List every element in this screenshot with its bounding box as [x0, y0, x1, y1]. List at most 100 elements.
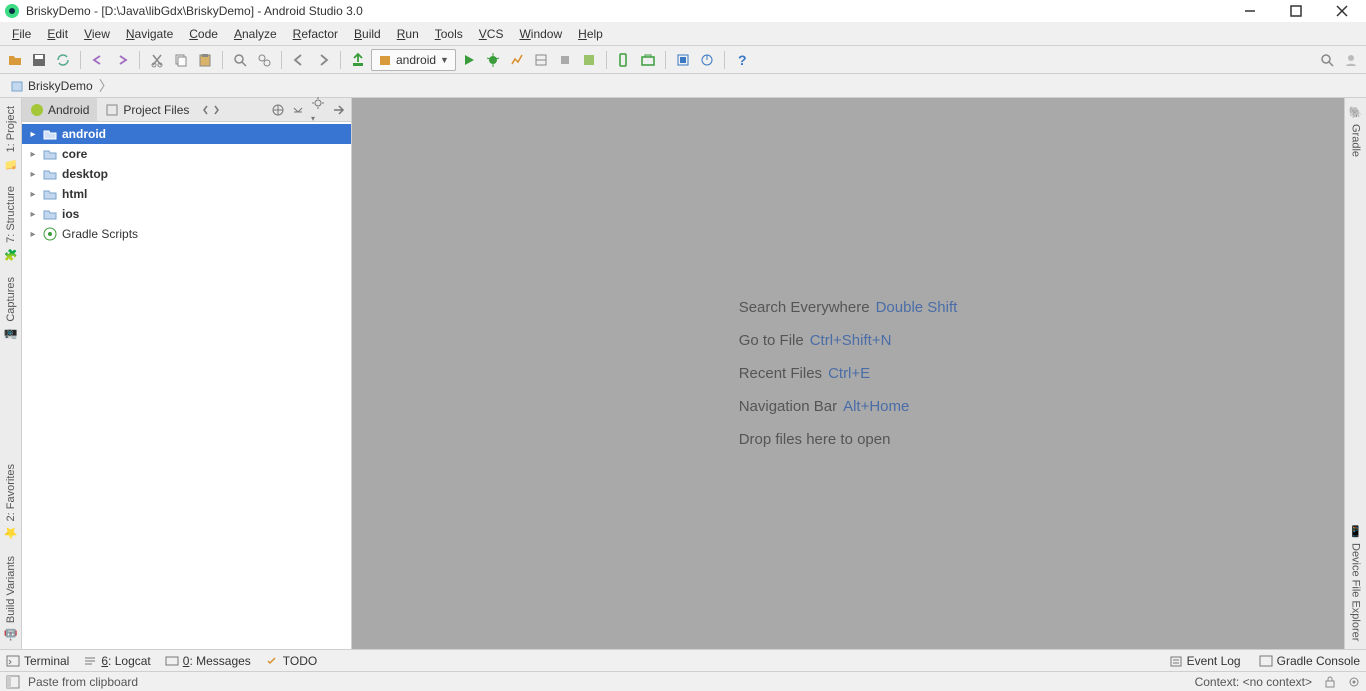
forward-icon[interactable] — [312, 49, 334, 71]
minimize-button[interactable] — [1236, 1, 1264, 21]
hint-label: Go to File — [739, 332, 804, 349]
make-icon[interactable] — [347, 49, 369, 71]
captures-icon: 📷 — [4, 326, 18, 340]
menu-edit[interactable]: Edit — [39, 25, 76, 43]
expander-icon[interactable]: ▸ — [28, 129, 38, 140]
redo-icon[interactable] — [111, 49, 133, 71]
menu-analyze[interactable]: Analyze — [226, 25, 285, 43]
undo-icon[interactable] — [87, 49, 109, 71]
menu-window[interactable]: Window — [511, 25, 570, 43]
tab-android[interactable]: Android — [22, 98, 97, 121]
tree-row-html[interactable]: ▸ html — [22, 184, 351, 204]
replace-icon[interactable] — [253, 49, 275, 71]
gear-icon[interactable]: ▾ — [311, 96, 325, 124]
attach-debug-icon[interactable] — [530, 49, 552, 71]
menu-code[interactable]: Code — [181, 25, 226, 43]
menu-tools[interactable]: Tools — [427, 25, 471, 43]
lock-icon[interactable] — [1324, 676, 1336, 688]
menu-build[interactable]: Build — [346, 25, 389, 43]
gutter-favorites[interactable]: ⭐2: Favorites — [4, 464, 18, 539]
bottom-terminal[interactable]: Terminal — [6, 654, 69, 668]
bottom-messages[interactable]: 0: Messages — [165, 654, 251, 668]
menu-view[interactable]: View — [76, 25, 118, 43]
hint-row: Search EverywhereDouble Shift — [739, 299, 958, 316]
find-icon[interactable] — [229, 49, 251, 71]
menu-navigate[interactable]: Navigate — [118, 25, 181, 43]
bottom-event-log[interactable]: Event Log — [1169, 654, 1241, 668]
status-context[interactable]: Context: <no context> — [1195, 675, 1312, 689]
menu-file[interactable]: File — [4, 25, 39, 43]
run-config-selector[interactable]: android ▼ — [371, 49, 456, 71]
messages-icon — [165, 654, 179, 668]
collapse-icon[interactable] — [291, 103, 305, 117]
user-icon[interactable] — [1340, 49, 1362, 71]
folder-icon — [42, 166, 58, 182]
split-icon[interactable] — [203, 104, 219, 116]
tree-label: ios — [62, 207, 79, 221]
gutter-captures[interactable]: 📷Captures — [4, 277, 18, 340]
avd-manager-icon[interactable] — [613, 49, 635, 71]
menu-run[interactable]: Run — [389, 25, 427, 43]
search-icon[interactable] — [1316, 49, 1338, 71]
project-tree[interactable]: ▸android▸core▸desktop▸html▸ios▸Gradle Sc… — [22, 122, 351, 649]
tree-row-gradle-scripts[interactable]: ▸Gradle Scripts — [22, 224, 351, 244]
expander-icon[interactable]: ▸ — [28, 229, 38, 240]
menu-refactor[interactable]: Refactor — [285, 25, 346, 43]
bottom-todo[interactable]: TODO — [265, 654, 317, 668]
bottom-gradle-console[interactable]: Gradle Console — [1259, 654, 1360, 668]
gutter-device-explorer[interactable]: 📱Device File Explorer — [1349, 525, 1363, 641]
back-icon[interactable] — [288, 49, 310, 71]
tree-row-desktop[interactable]: ▸desktop — [22, 164, 351, 184]
gutter-gradle[interactable]: 🐘Gradle — [1349, 106, 1363, 157]
copy-icon[interactable] — [170, 49, 192, 71]
tool-windows-toggle-icon[interactable] — [6, 675, 20, 689]
hide-icon[interactable] — [331, 103, 345, 117]
menu-help[interactable]: Help — [570, 25, 611, 43]
close-button[interactable] — [1328, 1, 1356, 21]
hint-label: Drop files here to open — [739, 431, 891, 448]
bottom-tool-tabs: Terminal 6: Logcat 0: Messages TODO Even… — [0, 649, 1366, 671]
sync-icon[interactable] — [52, 49, 74, 71]
stop-icon[interactable] — [554, 49, 576, 71]
tree-row-ios[interactable]: ▸ ios — [22, 204, 351, 224]
run-icon[interactable] — [458, 49, 480, 71]
hint-label: Recent Files — [739, 365, 822, 382]
open-icon[interactable] — [4, 49, 26, 71]
tree-row-core[interactable]: ▸core — [22, 144, 351, 164]
chevron-right-icon: 〉 — [99, 76, 113, 96]
hint-row: Drop files here to open — [739, 431, 958, 448]
gutter-build-variants[interactable]: 🤖Build Variants — [4, 556, 18, 641]
locate-icon[interactable] — [271, 103, 285, 117]
folder-icon — [42, 206, 58, 222]
sdk-manager-icon[interactable] — [637, 49, 659, 71]
gutter-structure[interactable]: 🧩7: Structure — [4, 186, 18, 261]
menu-vcs[interactable]: VCS — [471, 25, 512, 43]
layout-inspector-icon[interactable] — [672, 49, 694, 71]
help-icon[interactable]: ? — [731, 49, 753, 71]
profile-icon[interactable] — [506, 49, 528, 71]
expander-icon[interactable]: ▸ — [28, 169, 38, 180]
tree-row-android[interactable]: ▸android — [22, 124, 351, 144]
expander-icon[interactable]: ▸ — [28, 209, 38, 220]
gradle-console-icon — [1259, 654, 1273, 668]
debug-icon[interactable] — [482, 49, 504, 71]
main-toolbar: android ▼ ? — [0, 46, 1366, 74]
apply-changes-icon[interactable] — [578, 49, 600, 71]
breadcrumb-item[interactable]: BriskyDemo — [4, 79, 99, 93]
paste-icon[interactable] — [194, 49, 216, 71]
tree-label: html — [62, 187, 87, 201]
gradle-icon: 🐘 — [1349, 106, 1363, 120]
android-profiler-icon[interactable] — [696, 49, 718, 71]
event-log-icon — [1169, 654, 1183, 668]
maximize-button[interactable] — [1282, 1, 1310, 21]
expander-icon[interactable]: ▸ — [28, 189, 38, 200]
bottom-logcat[interactable]: 6: Logcat — [83, 654, 150, 668]
gutter-project[interactable]: 📁1: Project — [4, 106, 18, 170]
tab-project-files[interactable]: Project Files — [97, 98, 197, 121]
cut-icon[interactable] — [146, 49, 168, 71]
hint-shortcut: Ctrl+Shift+N — [810, 332, 892, 349]
hint-label: Navigation Bar — [739, 398, 837, 415]
expander-icon[interactable]: ▸ — [28, 149, 38, 160]
inspections-icon[interactable] — [1348, 676, 1360, 688]
save-icon[interactable] — [28, 49, 50, 71]
